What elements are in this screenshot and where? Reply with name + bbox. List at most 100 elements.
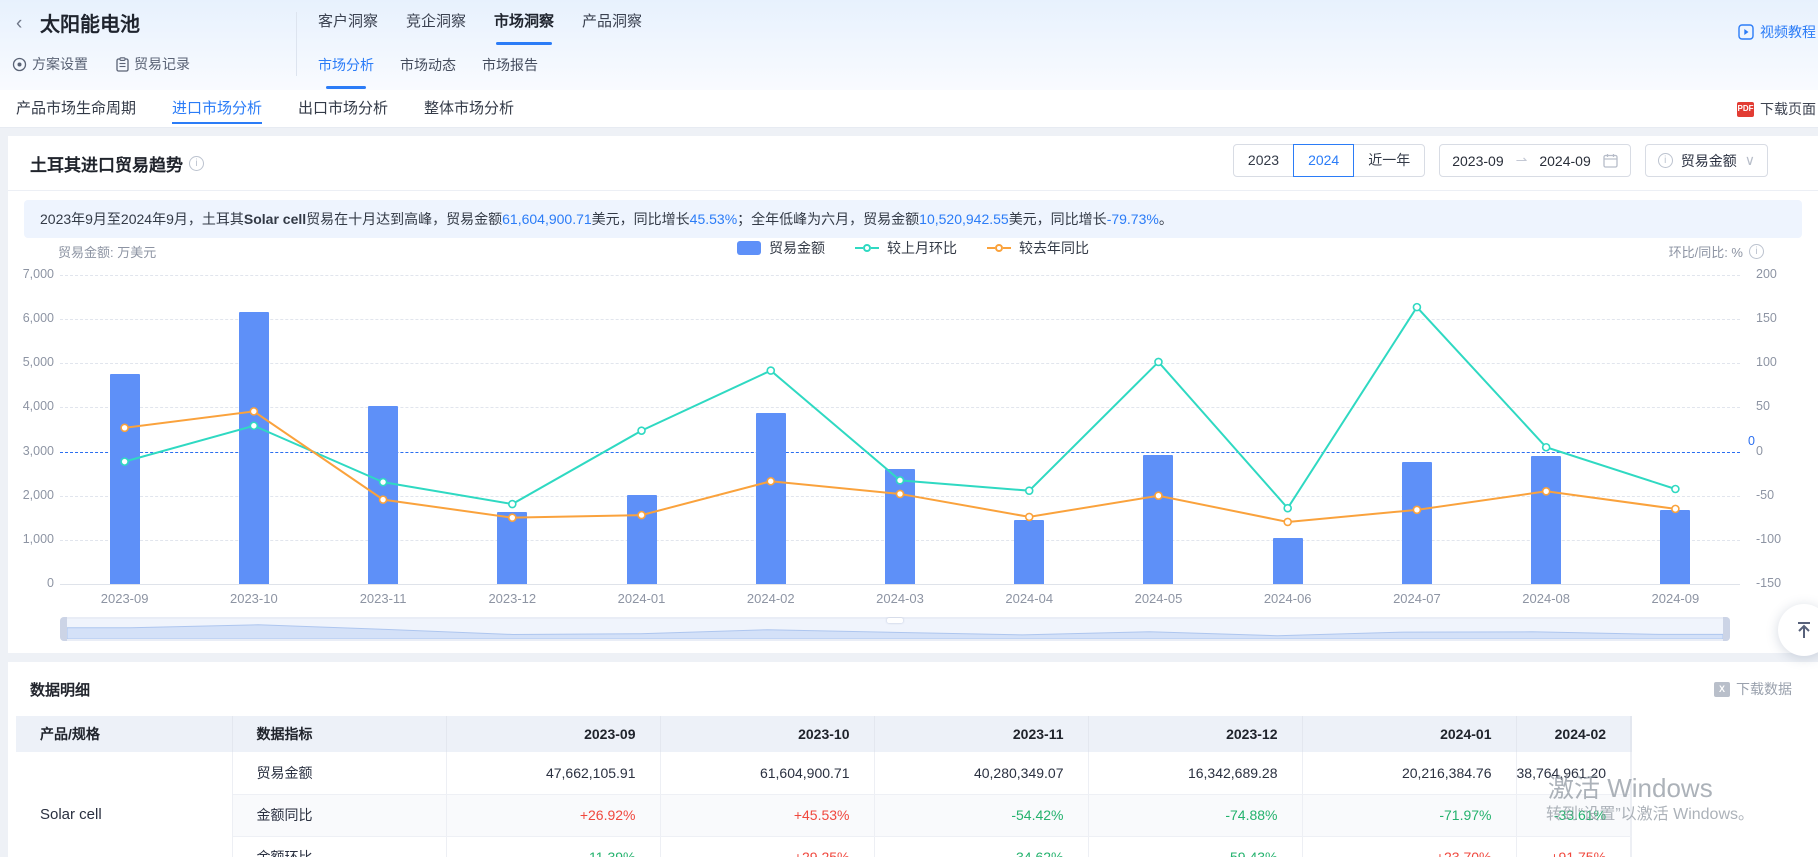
table-row: 金额环比-11.39%+29.25%-34.62%-59.43%+23.70%+… — [16, 836, 1632, 857]
legend-yoy[interactable]: 较去年同比 — [987, 238, 1089, 258]
summary-banner: 2023年9月至2024年9月，土耳其Solar cell贸易在十月达到高峰，贸… — [24, 200, 1802, 238]
tab-competitor-insight[interactable]: 竞企洞察 — [406, 10, 466, 37]
col-header-product: 产品/规格 — [16, 716, 232, 752]
trade-records-link[interactable]: 贸易记录 — [116, 54, 190, 74]
value-cell: 47,662,105.91 — [446, 752, 660, 794]
value-cell: +23.70% — [1302, 836, 1516, 857]
legend-mom[interactable]: 较上月环比 — [855, 238, 957, 258]
scheme-settings-link[interactable]: 方案设置 — [12, 54, 88, 74]
calendar-icon — [1603, 153, 1618, 168]
excel-icon: X — [1714, 682, 1730, 697]
value-cell: +91.75% — [1516, 836, 1631, 857]
left-axis-tick: 6,000 — [12, 311, 54, 325]
right-axis-tick: 200 — [1756, 267, 1777, 281]
nav-export-analysis[interactable]: 出口市场分析 — [298, 90, 388, 128]
header-divider — [296, 12, 297, 76]
download-page-button[interactable]: PDF 下载页面 — [1737, 90, 1816, 128]
clipboard-icon — [116, 57, 129, 72]
info-icon[interactable]: i — [189, 156, 204, 171]
value-cell: -59.43% — [1088, 836, 1302, 857]
chart-legend: 贸易金额 较上月环比 较去年同比 — [8, 238, 1818, 258]
value-cell: +26.92% — [446, 794, 660, 836]
table-row: Solar cell贸易金额47,662,105.9161,604,900.71… — [16, 752, 1632, 794]
right-axis-tick: -150 — [1756, 576, 1781, 590]
subtab-market-dynamics[interactable]: 市场动态 — [400, 55, 456, 83]
right-axis-tick: 50 — [1756, 399, 1770, 413]
x-axis-label: 2024-04 — [984, 591, 1074, 606]
chart-plot-area[interactable] — [60, 275, 1740, 584]
tab-customer-insight[interactable]: 客户洞察 — [318, 10, 378, 37]
datazoom-right-handle[interactable] — [1723, 617, 1730, 641]
tab-market-insight[interactable]: 市场洞察 — [494, 10, 554, 37]
value-cell: +29.25% — [660, 836, 874, 857]
value-cell: -11.39% — [446, 836, 660, 857]
year-2024-button[interactable]: 2024 — [1293, 144, 1354, 177]
date-from[interactable]: 2023-09 — [1452, 153, 1503, 169]
x-axis-label: 2024-07 — [1372, 591, 1462, 606]
gridline — [60, 584, 1740, 585]
value-cell: +45.53% — [660, 794, 874, 836]
value-cell: 61,604,900.71 — [660, 752, 874, 794]
empty-cell — [1631, 794, 1632, 836]
metric-cell: 贸易金额 — [232, 752, 446, 794]
right-axis-tick: -50 — [1756, 488, 1774, 502]
datazoom-grip[interactable] — [887, 618, 903, 623]
download-data-button[interactable]: X 下载数据 — [1714, 679, 1792, 699]
right-axis-tick: 150 — [1756, 311, 1777, 325]
subtab-market-report[interactable]: 市场报告 — [482, 55, 538, 83]
datazoom-slider[interactable] — [60, 617, 1730, 641]
pdf-icon: PDF — [1737, 102, 1754, 117]
col-header-month: 2024-02 — [1516, 716, 1631, 752]
value-cell: 16,342,689.28 — [1088, 752, 1302, 794]
date-to[interactable]: 2024-09 — [1539, 153, 1590, 169]
legend-trade-amount[interactable]: 贸易金额 — [737, 238, 825, 258]
product-cell: Solar cell — [16, 752, 232, 857]
insight-tabs: 客户洞察 竞企洞察 市场洞察 产品洞察 — [318, 10, 642, 37]
left-axis-tick: 5,000 — [12, 355, 54, 369]
value-cell: -74.88% — [1088, 794, 1302, 836]
x-axis-label: 2024-01 — [597, 591, 687, 606]
nav-product-lifecycle[interactable]: 产品市场生命周期 — [16, 90, 136, 128]
metric-cell: 金额环比 — [232, 836, 446, 857]
market-subtabs: 市场分析 市场动态 市场报告 — [318, 55, 538, 83]
range-arrow-icon: ⇀ — [1516, 152, 1528, 169]
col-header-empty — [1631, 716, 1632, 752]
recent-year-button[interactable]: 近一年 — [1353, 144, 1425, 177]
value-cell: 40,280,349.07 — [874, 752, 1088, 794]
nav-overall-analysis[interactable]: 整体市场分析 — [424, 90, 514, 128]
data-detail-card: 数据明细 X 下载数据 产品/规格数据指标2023-092023-102023-… — [8, 662, 1818, 857]
x-axis-label: 2023-09 — [80, 591, 170, 606]
tab-product-insight[interactable]: 产品洞察 — [582, 10, 642, 37]
empty-cell — [1631, 752, 1632, 794]
video-tutorial-label: 视频教程 — [1760, 22, 1816, 42]
x-axis-label: 2024-06 — [1243, 591, 1333, 606]
value-cell: -33.61% — [1516, 794, 1631, 836]
back-icon[interactable]: ‹ — [16, 13, 22, 35]
video-tutorial-link[interactable]: 视频教程 — [1738, 22, 1816, 42]
year-2023-button[interactable]: 2023 — [1233, 144, 1294, 177]
left-axis-tick: 0 — [12, 576, 54, 590]
metric-cell: 金额同比 — [232, 794, 446, 836]
col-header-metric: 数据指标 — [232, 716, 446, 752]
date-range-picker[interactable]: 2023-09 ⇀ 2024-09 — [1439, 144, 1631, 177]
x-axis-label: 2024-08 — [1501, 591, 1591, 606]
metric-select[interactable]: i 贸易金额 ∨ — [1645, 144, 1768, 177]
quick-links: 方案设置 贸易记录 — [12, 54, 190, 74]
teal-line-swatch — [855, 244, 879, 252]
play-video-icon — [1738, 24, 1754, 40]
left-axis-tick: 1,000 — [12, 532, 54, 546]
value-cell: 20,216,384.76 — [1302, 752, 1516, 794]
x-axis-label: 2023-12 — [467, 591, 557, 606]
trade-records-label: 贸易记录 — [134, 54, 190, 74]
nav-import-analysis[interactable]: 进口市场分析 — [172, 90, 262, 128]
target-icon — [12, 57, 27, 72]
right-axis-info-icon[interactable]: i — [1749, 244, 1764, 259]
col-header-month: 2023-11 — [874, 716, 1088, 752]
line-series-layer — [60, 275, 1740, 584]
year-button-group: 2023 2024 近一年 — [1233, 144, 1425, 177]
value-cell: 38,764,961.20 — [1516, 752, 1631, 794]
chart-controls: 2023 2024 近一年 2023-09 ⇀ 2024-09 i 贸易金额 ∨ — [1233, 144, 1768, 177]
subtab-market-analysis[interactable]: 市场分析 — [318, 55, 374, 83]
datazoom-left-handle[interactable] — [60, 617, 67, 641]
metric-info-icon: i — [1658, 153, 1673, 168]
